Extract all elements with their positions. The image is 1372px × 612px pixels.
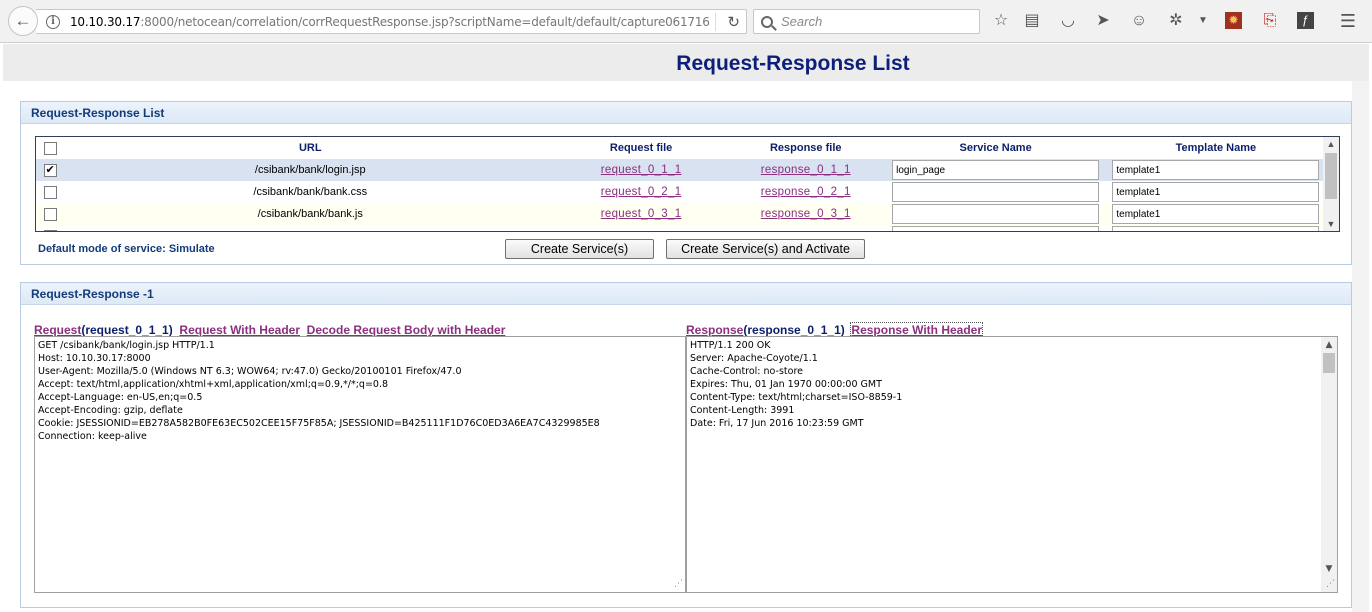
create-and-activate-button[interactable]: Create Service(s) and Activate <box>666 239 865 259</box>
table-row-partial <box>36 225 1326 231</box>
request-file-name: (request_0_1_1) <box>81 323 173 337</box>
row-url: /csibank/bank/bank.css <box>253 186 368 198</box>
table-scroll-thumb[interactable] <box>1325 153 1337 199</box>
request-textarea[interactable]: GET /csibank/bank/login.jsp HTTP/1.1 Hos… <box>34 336 686 593</box>
table-row[interactable]: /csibank/bank/bank.js request_0_3_1 resp… <box>36 203 1326 225</box>
table-row[interactable]: /csibank/bank/bank.css request_0_2_1 res… <box>36 181 1326 203</box>
info-icon[interactable]: i <box>46 14 60 29</box>
detail-panel-heading: Request-Response -1 <box>21 283 1351 305</box>
table-header-row: URL Request file Response file Service N… <box>36 137 1326 159</box>
back-arrow-icon: ← <box>14 11 32 30</box>
request-file-link[interactable]: request_0_3_1 <box>601 208 682 220</box>
decode-request-body-link[interactable]: Decode Request Body with Header <box>307 323 506 337</box>
url-column-header: URL <box>298 142 322 154</box>
request-response-detail-panel: Request-Response -1 Request(request_0_1_… <box>20 282 1352 608</box>
request-response-list-panel: Request-Response List URL Request file R… <box>20 101 1352 265</box>
back-button[interactable]: ← <box>8 6 38 36</box>
chevron-down-icon[interactable]: ▼ <box>1193 11 1213 31</box>
url-text[interactable]: 10.10.30.17:8000/netocean/correlation/co… <box>70 15 710 29</box>
template-name-input[interactable] <box>1112 182 1320 202</box>
address-bar[interactable]: i 10.10.30.17:8000/netocean/correlation/… <box>36 9 747 34</box>
url-divider <box>715 13 716 31</box>
response-file-link[interactable]: response_0_1_1 <box>761 164 851 176</box>
request-links: Request(request_0_1_1) Request With Head… <box>34 323 505 337</box>
bug-icon[interactable]: ✲ <box>1166 11 1186 31</box>
scroll-up-icon[interactable]: ▲ <box>1323 139 1339 149</box>
table-scrollbar[interactable]: ▲ ▼ <box>1323 137 1339 231</box>
page-title: Request-Response List <box>676 52 910 75</box>
page-scrollbar[interactable] <box>1352 81 1369 612</box>
search-input[interactable]: Search <box>753 9 980 34</box>
pocket-icon[interactable]: ◡ <box>1058 11 1078 31</box>
service-name-column-header: Service Name <box>959 142 1032 154</box>
row-checkbox[interactable]: ✔ <box>43 163 57 177</box>
template-name-input[interactable] <box>1112 226 1320 231</box>
row-checkbox[interactable] <box>43 185 57 199</box>
resize-grip-icon[interactable]: ⋰ <box>1326 578 1335 591</box>
row-url: /csibank/bank/login.jsp <box>64 159 557 181</box>
scroll-down-icon[interactable]: ▼ <box>1323 219 1339 229</box>
response-scroll-thumb[interactable] <box>1323 353 1335 373</box>
browser-toolbar: i 10.10.30.17:8000/netocean/correlation/… <box>0 0 1372 43</box>
create-services-button[interactable]: Create Service(s) <box>505 239 654 259</box>
template-name-column-header: Template Name <box>1175 142 1257 154</box>
paper-plane-icon[interactable]: ➤ <box>1093 11 1113 31</box>
row-url: /csibank/bank/bank.js <box>64 203 557 225</box>
page-header: Request-Response List <box>3 44 1369 81</box>
reload-icon[interactable]: ↻ <box>727 13 740 31</box>
search-icon <box>761 15 773 28</box>
table-row[interactable]: ✔ /csibank/bank/login.jsp request_0_1_1 … <box>36 159 1326 181</box>
response-textarea[interactable]: HTTP/1.1 200 OK Server: Apache-Coyote/1.… <box>686 336 1338 593</box>
response-link[interactable]: Response <box>686 323 743 337</box>
service-name-input[interactable] <box>892 204 1100 224</box>
response-file-link[interactable]: response_0_3_1 <box>761 208 851 220</box>
request-link[interactable]: Request <box>34 323 81 337</box>
pdf-icon[interactable]: ⎘ <box>1260 11 1280 31</box>
response-links: Response(response_0_1_1) Response With H… <box>686 322 984 338</box>
select-all-checkbox[interactable] <box>43 141 57 155</box>
service-name-input[interactable] <box>892 226 1100 231</box>
response-file-name: (response_0_1_1) <box>743 323 845 337</box>
list-panel-heading: Request-Response List <box>21 102 1351 124</box>
default-mode-label: Default mode of service: Simulate <box>38 243 215 255</box>
response-file-link[interactable]: response_0_2_1 <box>761 186 851 198</box>
menu-icon[interactable]: ☰ <box>1338 11 1358 31</box>
page-content: Request-Response List Request-Response L… <box>3 44 1369 612</box>
clipboard-icon[interactable]: ▤ <box>1022 11 1042 31</box>
row-checkbox[interactable] <box>43 229 57 231</box>
search-placeholder: Search <box>781 14 823 29</box>
request-file-column-header: Request file <box>609 142 673 154</box>
star-icon[interactable]: ☆ <box>991 11 1011 31</box>
row-checkbox[interactable] <box>43 207 57 221</box>
response-with-header-link[interactable]: Response With Header <box>850 322 984 338</box>
template-name-input[interactable] <box>1112 204 1320 224</box>
request-file-link[interactable]: request_0_2_1 <box>601 186 682 198</box>
gear-badge-icon[interactable]: ✹ <box>1225 12 1242 29</box>
smiley-icon[interactable]: ☺ <box>1129 11 1149 31</box>
flash-icon[interactable]: ƒ <box>1297 12 1314 29</box>
request-file-link[interactable]: request_0_1_1 <box>601 164 682 176</box>
scroll-down-icon[interactable]: ▼ <box>1321 563 1337 576</box>
service-name-input[interactable] <box>892 182 1100 202</box>
service-name-input[interactable] <box>892 160 1100 180</box>
template-name-input[interactable] <box>1112 160 1320 180</box>
request-with-header-link[interactable]: Request With Header <box>179 323 300 337</box>
scroll-up-icon[interactable]: ▲ <box>1321 339 1337 352</box>
resize-grip-icon[interactable]: ⋰ <box>674 578 683 591</box>
response-file-column-header: Response file <box>769 142 842 154</box>
response-scrollbar[interactable]: ▲ ▼ <box>1321 337 1337 592</box>
request-response-table: URL Request file Response file Service N… <box>35 136 1340 232</box>
